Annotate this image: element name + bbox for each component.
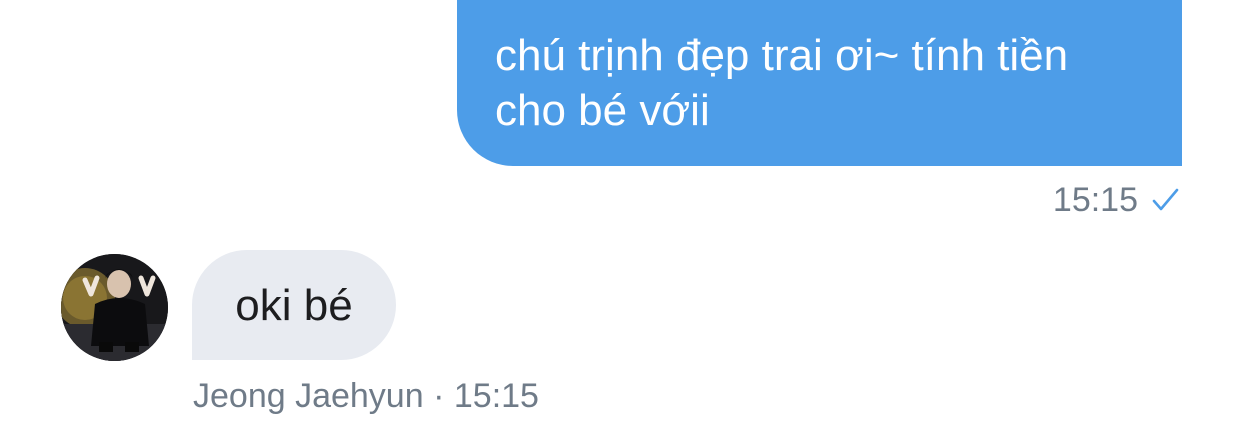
- meta-separator: ·: [433, 377, 445, 415]
- outgoing-message-text: chú trịnh đẹp trai ơi~ tính tiền cho bé …: [495, 31, 1069, 135]
- outgoing-message-time: 15:15: [1052, 181, 1138, 219]
- sender-name: Jeong Jaehyun: [193, 377, 424, 415]
- incoming-message-time: 15:15: [453, 377, 539, 415]
- check-icon: [1150, 185, 1180, 215]
- incoming-message-meta: Jeong Jaehyun · 15:15: [193, 374, 539, 418]
- outgoing-message-bubble[interactable]: chú trịnh đẹp trai ơi~ tính tiền cho bé …: [457, 0, 1182, 166]
- avatar[interactable]: [61, 254, 168, 361]
- incoming-message-bubble[interactable]: oki bé: [192, 250, 396, 360]
- avatar-photo-icon: [61, 254, 168, 361]
- incoming-message-text: oki bé: [235, 280, 353, 330]
- outgoing-message-meta: 15:15: [1053, 178, 1180, 222]
